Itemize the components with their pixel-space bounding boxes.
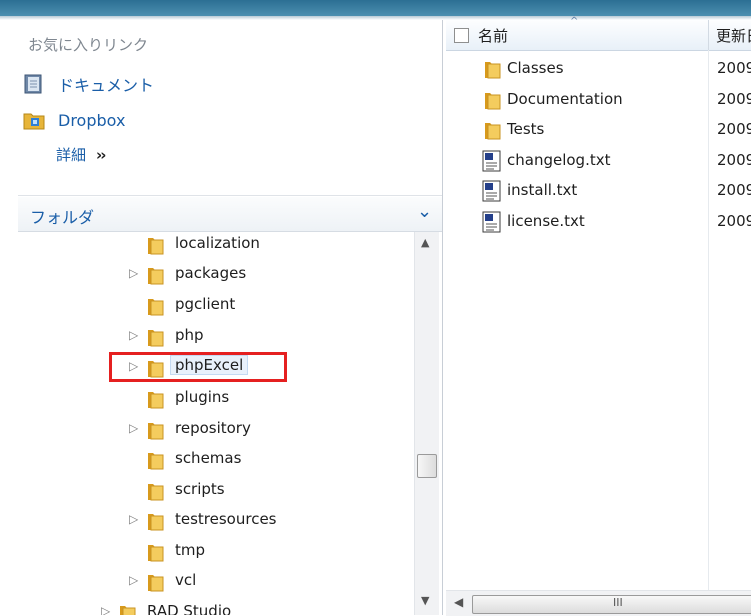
tree-item-label: packages bbox=[175, 264, 247, 282]
tree-item-label: pgclient bbox=[175, 295, 236, 313]
scroll-down-arrow-icon[interactable]: ▼ bbox=[421, 594, 429, 607]
tree-item-label: RAD Studio bbox=[147, 602, 232, 615]
folder-icon bbox=[145, 295, 167, 317]
file-date: 2009 bbox=[717, 212, 751, 230]
file-row-license[interactable]: license.txt 2009 bbox=[446, 206, 751, 236]
tree-item-label: repository bbox=[175, 419, 251, 437]
folder-icon bbox=[145, 264, 167, 286]
file-date: 2009 bbox=[717, 151, 751, 169]
folder-icon bbox=[117, 602, 139, 615]
folder-tree-scrollbar[interactable]: ▲ ▼ bbox=[414, 232, 439, 615]
file-date: 2009 bbox=[717, 120, 751, 138]
file-name: install.txt bbox=[507, 181, 578, 199]
tree-item-scripts[interactable]: scripts bbox=[0, 476, 414, 506]
tree-item-plugins[interactable]: plugins bbox=[0, 384, 414, 414]
folder-icon bbox=[482, 58, 502, 80]
tree-item-label: testresources bbox=[175, 510, 277, 528]
column-header-row: 名前 ^ 更新日 bbox=[446, 16, 751, 51]
file-name: Classes bbox=[507, 59, 564, 77]
tree-item-tmp[interactable]: tmp bbox=[0, 537, 414, 567]
text-file-icon bbox=[482, 180, 502, 202]
expand-arrow-icon[interactable]: ▷ bbox=[129, 328, 138, 342]
details-link[interactable]: 詳細 ›› bbox=[56, 144, 106, 165]
favorite-link-dropbox[interactable]: Dropbox bbox=[22, 108, 125, 132]
dropbox-folder-icon bbox=[22, 109, 46, 131]
column-header-name-label: 名前 bbox=[478, 27, 509, 45]
tree-item-label: plugins bbox=[175, 388, 230, 406]
section-divider bbox=[18, 195, 442, 196]
file-row-install[interactable]: install.txt 2009 bbox=[446, 175, 751, 205]
tree-item-repository[interactable]: ▷ repository bbox=[0, 415, 414, 445]
select-all-checkbox[interactable] bbox=[454, 28, 469, 43]
folder-icon bbox=[145, 541, 167, 563]
folder-icon bbox=[145, 388, 167, 410]
file-date: 2009 bbox=[717, 59, 751, 77]
folder-icon bbox=[145, 234, 167, 256]
expand-arrow-icon[interactable]: ▷ bbox=[101, 604, 110, 615]
folder-tree: localization ▷ packages pgclient ▷ php ▷… bbox=[0, 212, 414, 615]
file-date: 2009 bbox=[717, 181, 751, 199]
file-list-horizontal-scrollbar[interactable]: ◀ III bbox=[446, 590, 751, 616]
folder-icon bbox=[145, 480, 167, 502]
documents-icon bbox=[22, 73, 46, 95]
file-name: changelog.txt bbox=[507, 151, 611, 169]
file-name: license.txt bbox=[507, 212, 585, 230]
file-list-pane: 名前 ^ 更新日 Classes 2009 Documentation 2009… bbox=[446, 16, 751, 616]
scrollbar-thumb[interactable] bbox=[417, 454, 437, 478]
favorite-link-label: Dropbox bbox=[58, 110, 126, 130]
tree-item-label: localization bbox=[175, 234, 260, 252]
file-date: 2009 bbox=[717, 90, 751, 108]
scrollbar-thumb[interactable]: III bbox=[472, 595, 751, 614]
file-row-classes[interactable]: Classes 2009 bbox=[446, 53, 751, 83]
file-row-changelog[interactable]: changelog.txt 2009 bbox=[446, 145, 751, 175]
folder-icon bbox=[482, 89, 502, 111]
file-name: Tests bbox=[507, 120, 545, 138]
folder-icon bbox=[145, 510, 167, 532]
column-header-modified[interactable]: 更新日 bbox=[716, 25, 751, 46]
scrollbar-grip: III bbox=[613, 596, 623, 609]
tree-item-pgclient[interactable]: pgclient bbox=[0, 291, 414, 321]
expand-arrow-icon[interactable]: ▷ bbox=[129, 512, 138, 526]
tree-item-label: vcl bbox=[175, 571, 197, 589]
folder-icon bbox=[145, 326, 167, 348]
favorite-link-documents[interactable]: ドキュメント bbox=[22, 72, 154, 96]
chevron-down-icon[interactable]: ⌄ bbox=[417, 201, 432, 222]
tree-item-label: scripts bbox=[175, 480, 225, 498]
text-file-icon bbox=[482, 150, 502, 172]
tree-item-packages[interactable]: ▷ packages bbox=[0, 260, 414, 290]
folder-icon bbox=[145, 449, 167, 471]
details-label: 詳細 bbox=[56, 146, 87, 164]
favorite-links-header: お気に入りリンク bbox=[28, 36, 149, 54]
folder-icon bbox=[145, 419, 167, 441]
expand-arrow-icon[interactable]: ▷ bbox=[129, 573, 138, 587]
tree-item-rad-studio[interactable]: ▷ RAD Studio bbox=[0, 598, 414, 615]
tree-item-label: schemas bbox=[175, 449, 242, 467]
folder-icon bbox=[482, 119, 502, 141]
sort-ascending-icon: ^ bbox=[570, 16, 579, 27]
highlight-annotation bbox=[109, 352, 287, 382]
scroll-up-arrow-icon[interactable]: ▲ bbox=[421, 236, 429, 249]
tree-item-php[interactable]: ▷ php bbox=[0, 322, 414, 352]
tree-item-testresources[interactable]: ▷ testresources bbox=[0, 506, 414, 536]
tree-item-vcl[interactable]: ▷ vcl bbox=[0, 567, 414, 597]
expand-arrow-icon[interactable]: ▷ bbox=[129, 421, 138, 435]
favorite-link-label: ドキュメント bbox=[58, 76, 155, 95]
folder-icon bbox=[145, 571, 167, 593]
file-name: Documentation bbox=[507, 90, 623, 108]
tree-item-schemas[interactable]: schemas bbox=[0, 445, 414, 475]
tree-item-localization[interactable]: localization bbox=[0, 230, 414, 260]
tree-item-label: tmp bbox=[175, 541, 206, 559]
scroll-left-arrow-icon[interactable]: ◀ bbox=[454, 595, 463, 609]
expand-arrow-icon[interactable]: ▷ bbox=[129, 266, 138, 280]
window-title-bar bbox=[0, 0, 751, 16]
tree-item-label: php bbox=[175, 326, 204, 344]
column-header-name[interactable]: 名前 ^ bbox=[446, 16, 709, 50]
file-row-documentation[interactable]: Documentation 2009 bbox=[446, 84, 751, 114]
file-row-tests[interactable]: Tests 2009 bbox=[446, 114, 751, 144]
text-file-icon bbox=[482, 211, 502, 233]
expand-arrows-icon: ›› bbox=[96, 145, 106, 164]
